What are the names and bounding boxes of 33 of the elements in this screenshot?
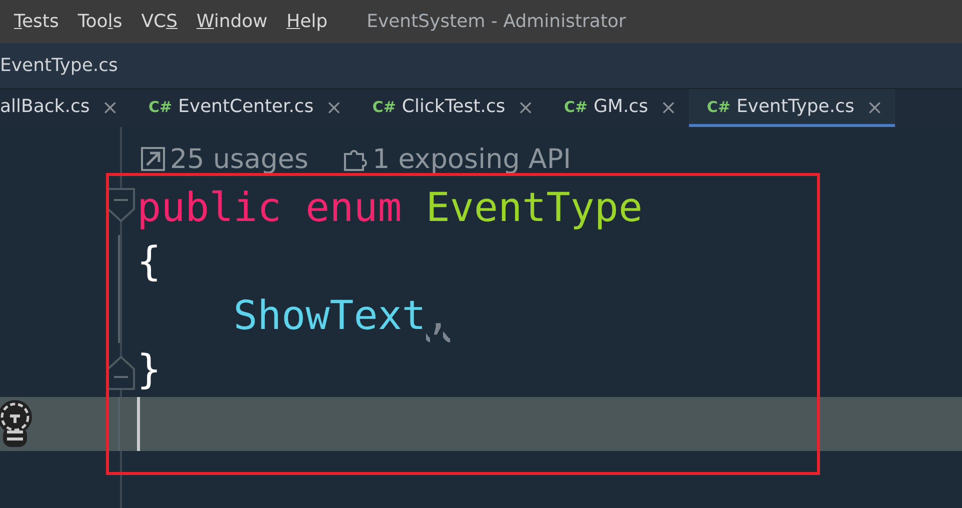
breadcrumb-item[interactable]: EventType.cs — [0, 55, 118, 76]
code-text: { — [137, 239, 162, 285]
close-icon[interactable]: × — [102, 94, 118, 118]
menu-item[interactable]: Help — [286, 11, 328, 32]
menu-item[interactable]: Tests — [14, 11, 59, 32]
csharp-file-icon: C# — [706, 98, 730, 116]
file-tab[interactable]: C# GM.cs × — [546, 89, 689, 127]
file-tab[interactable]: C# EventType.cs × — [688, 89, 896, 127]
close-icon[interactable]: × — [326, 94, 342, 118]
tab-label: EventType.cs — [736, 96, 854, 117]
csharp-file-icon: C# — [564, 98, 588, 116]
tab-label: GM.cs — [594, 96, 648, 117]
tab-label: EventCenter.cs — [178, 96, 314, 117]
tab-label: ClickTest.cs — [402, 96, 506, 117]
window-title: EventSystem - Administrator — [366, 11, 626, 32]
tab-label: allBack.cs — [0, 96, 90, 117]
close-icon[interactable]: × — [660, 94, 677, 118]
inlay-hint[interactable]: 25 usages — [140, 144, 308, 174]
menu-item[interactable]: VCS — [141, 11, 178, 32]
file-tab[interactable]: allBack.cs × — [0, 89, 130, 127]
csharp-file-icon: C# — [372, 98, 396, 116]
menu-item[interactable]: Tools — [78, 11, 122, 32]
file-tab[interactable]: C# ClickTest.cs × — [354, 89, 546, 127]
code-text: public enum EventType — [137, 185, 643, 231]
lightbulb-icon[interactable] — [0, 399, 35, 449]
csharp-file-icon: C# — [148, 98, 172, 116]
file-tab[interactable]: C# EventCenter.cs × — [130, 89, 354, 127]
code-text: } — [137, 347, 162, 393]
code-text: ShowText, — [232, 293, 450, 339]
close-icon[interactable]: × — [517, 94, 534, 118]
menu-item[interactable]: Window — [196, 11, 268, 32]
close-icon[interactable]: × — [866, 94, 884, 118]
inlay-hint[interactable]: 1 exposing API — [342, 144, 572, 174]
